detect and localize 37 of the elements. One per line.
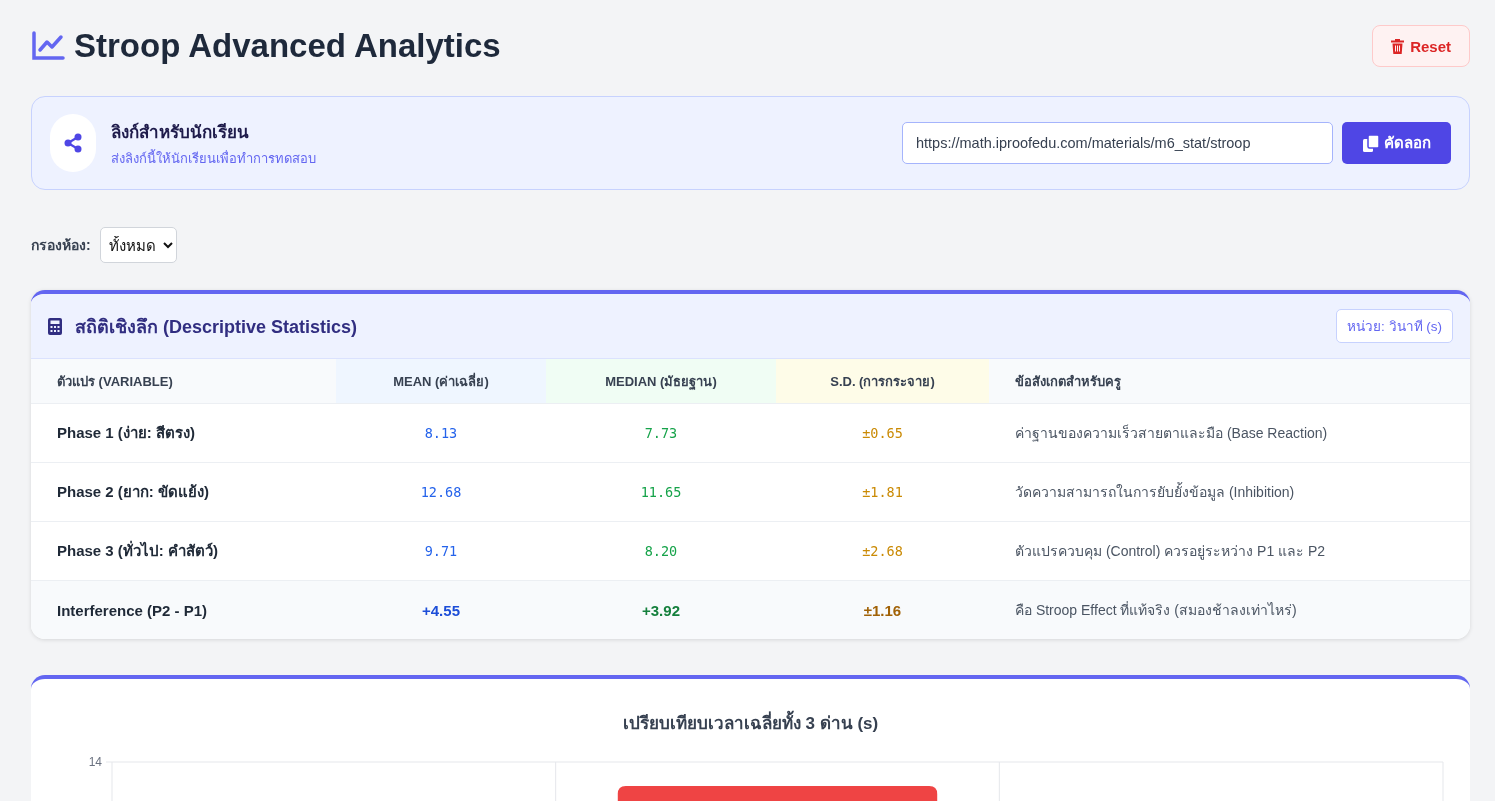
table-cell: วัดความสามารถในการยับยั้งข้อมูล (Inhibition) bbox=[989, 462, 1470, 522]
chart-title: เปรียบเทียบเวลาเฉลี่ยทั้ง 3 ด่าน (s) bbox=[622, 709, 879, 736]
table-cell: ±1.16 bbox=[776, 580, 989, 639]
copy-button[interactable]: คัดลอก bbox=[1342, 122, 1451, 164]
table-cell: 8.13 bbox=[336, 403, 546, 463]
table-cell: 11.65 bbox=[546, 462, 776, 522]
table-cell: ±1.81 bbox=[776, 462, 989, 522]
line-chart-icon bbox=[31, 31, 65, 61]
column-header: S.D. (การกระจาย) bbox=[776, 359, 989, 404]
table-cell: Phase 1 (ง่าย: สีตรง) bbox=[31, 403, 336, 463]
table-cell: +3.92 bbox=[546, 580, 776, 639]
filter-label: กรองห้อง: bbox=[31, 236, 91, 255]
share-subtitle: ส่งลิงก์นี้ให้นักเรียนเพื่อทำการทดสอบ bbox=[111, 148, 317, 168]
table-cell: 12.68 bbox=[336, 462, 546, 522]
copy-icon bbox=[1362, 134, 1379, 152]
share-icon bbox=[63, 133, 83, 153]
page-title: Stroop Advanced Analytics bbox=[74, 27, 501, 65]
table-cell: ค่าฐานของความเร็วสายตาและมือ (Base Reaction) bbox=[989, 403, 1470, 463]
table-cell: Interference (P2 - P1) bbox=[31, 580, 336, 639]
y-tick-label: 14 bbox=[88, 755, 102, 769]
stats-title: สถิติเชิงลึก (Descriptive Statistics) bbox=[75, 315, 359, 339]
reset-button[interactable]: Reset bbox=[1372, 25, 1470, 67]
table-cell: +4.55 bbox=[336, 580, 546, 639]
column-header: ตัวแปร (VARIABLE) bbox=[31, 359, 336, 404]
unit-badge: หน่วย: วินาที (s) bbox=[1336, 309, 1453, 343]
table-cell: ±0.65 bbox=[776, 403, 989, 463]
link-field[interactable]: https://math.iproofedu.com/materials/m6_stat/stroop bbox=[902, 122, 1333, 164]
column-header: ข้อสังเกตสำหรับครู bbox=[989, 359, 1470, 404]
column-header: MEDIAN (มัธยฐาน) bbox=[546, 359, 776, 404]
room-select[interactable]: ทั้งหมด bbox=[99, 227, 177, 263]
column-header: MEAN (ค่าเฉลี่ย) bbox=[336, 359, 546, 404]
table-cell: Phase 2 (ยาก: ขัดแย้ง) bbox=[31, 462, 336, 522]
table-cell: คือ Stroop Effect ที่แท้จริง (สมองช้าลงเท่าไหร่) bbox=[989, 580, 1470, 639]
calculator-icon bbox=[48, 317, 62, 335]
share-title: ลิงก์สำหรับนักเรียน bbox=[111, 121, 250, 144]
table-cell: 7.73 bbox=[546, 403, 776, 463]
trash-icon bbox=[1391, 38, 1405, 54]
